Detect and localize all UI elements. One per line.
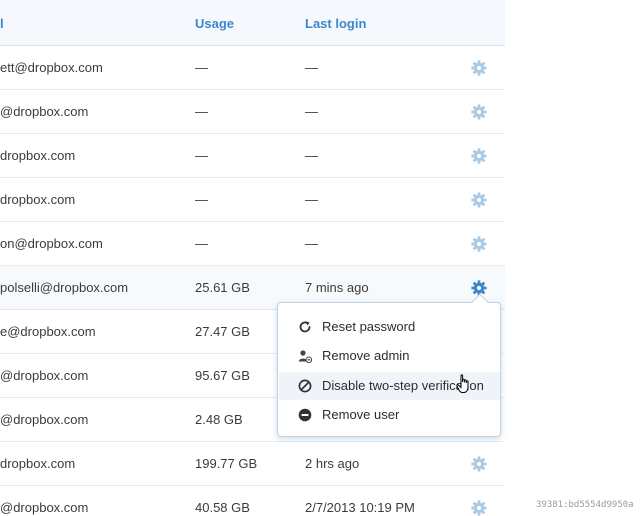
user-email: @dropbox.com xyxy=(0,500,89,515)
user-usage: — xyxy=(195,60,208,75)
user-last-login: — xyxy=(305,148,318,163)
user-email: polselli@dropbox.com xyxy=(0,280,129,295)
menu-item-remove-admin[interactable]: Remove admin xyxy=(279,342,500,370)
user-usage: — xyxy=(195,192,208,207)
user-last-login: — xyxy=(305,60,318,75)
menu-item-reset-password[interactable]: Reset password xyxy=(279,313,500,341)
no-entry-icon xyxy=(298,379,312,393)
menu-item-label: Disable two-step verification xyxy=(322,378,484,393)
remove-admin-icon xyxy=(298,349,312,363)
column-header-usage[interactable]: Usage xyxy=(195,16,234,31)
user-last-login: 2 hrs ago xyxy=(305,456,360,471)
table-row: dropbox.com 199.77 GB 2 hrs ago xyxy=(0,442,505,486)
user-usage: 25.61 GB xyxy=(195,280,250,295)
user-usage: 2.48 GB xyxy=(195,412,243,427)
gear-icon[interactable] xyxy=(471,104,487,120)
menu-item-label: Remove admin xyxy=(322,348,410,363)
minus-circle-icon xyxy=(298,408,312,422)
menu-item-remove-user[interactable]: Remove user xyxy=(279,401,500,429)
user-last-login: — xyxy=(305,104,318,119)
gear-icon[interactable] xyxy=(471,192,487,208)
user-email: dropbox.com xyxy=(0,192,76,207)
table-row: @dropbox.com 40.58 GB 2/7/2013 10:19 PM xyxy=(0,486,505,516)
table-row: ett@dropbox.com — — xyxy=(0,46,505,90)
gear-icon[interactable] xyxy=(471,148,487,164)
user-email: dropbox.com xyxy=(0,456,76,471)
table-row: @dropbox.com — — xyxy=(0,90,505,134)
user-usage: — xyxy=(195,148,208,163)
menu-item-label: Remove user xyxy=(322,407,400,422)
menu-item-label: Reset password xyxy=(322,319,416,334)
user-last-login: — xyxy=(305,236,318,251)
user-usage: — xyxy=(195,104,208,119)
user-email: @dropbox.com xyxy=(0,412,89,427)
table-header: l Usage Last login xyxy=(0,0,505,46)
gear-icon[interactable] xyxy=(471,500,487,516)
user-email: @dropbox.com xyxy=(0,368,89,383)
table-row: dropbox.com — — xyxy=(0,134,505,178)
refresh-icon xyxy=(298,320,312,334)
gear-icon[interactable] xyxy=(471,236,487,252)
column-header-email[interactable]: l xyxy=(0,16,4,31)
user-email: dropbox.com xyxy=(0,148,76,163)
user-email: ett@dropbox.com xyxy=(0,60,103,75)
table-row: dropbox.com — — xyxy=(0,178,505,222)
user-last-login: 2/7/2013 10:19 PM xyxy=(305,500,415,515)
user-email: e@dropbox.com xyxy=(0,324,96,339)
menu-item-disable-two-step[interactable]: Disable two-step verification xyxy=(279,372,500,400)
user-action-menu: Reset password Remove admin Disable two-… xyxy=(277,293,501,437)
user-table-body: ett@dropbox.com — — @dropbox.com — — dro… xyxy=(0,46,505,516)
user-email: on@dropbox.com xyxy=(0,236,103,251)
user-usage: 27.47 GB xyxy=(195,324,250,339)
gear-icon[interactable] xyxy=(471,60,487,76)
user-usage: 199.77 GB xyxy=(195,456,258,471)
user-usage: — xyxy=(195,236,208,251)
table-row: on@dropbox.com — — xyxy=(0,222,505,266)
column-header-last-login[interactable]: Last login xyxy=(305,16,366,31)
gear-icon[interactable] xyxy=(471,456,487,472)
user-last-login: — xyxy=(305,192,318,207)
image-id-label: 39381:bd5554d9950a xyxy=(536,500,634,510)
user-email: @dropbox.com xyxy=(0,104,89,119)
user-usage: 40.58 GB xyxy=(195,500,250,515)
user-usage: 95.67 GB xyxy=(195,368,250,383)
